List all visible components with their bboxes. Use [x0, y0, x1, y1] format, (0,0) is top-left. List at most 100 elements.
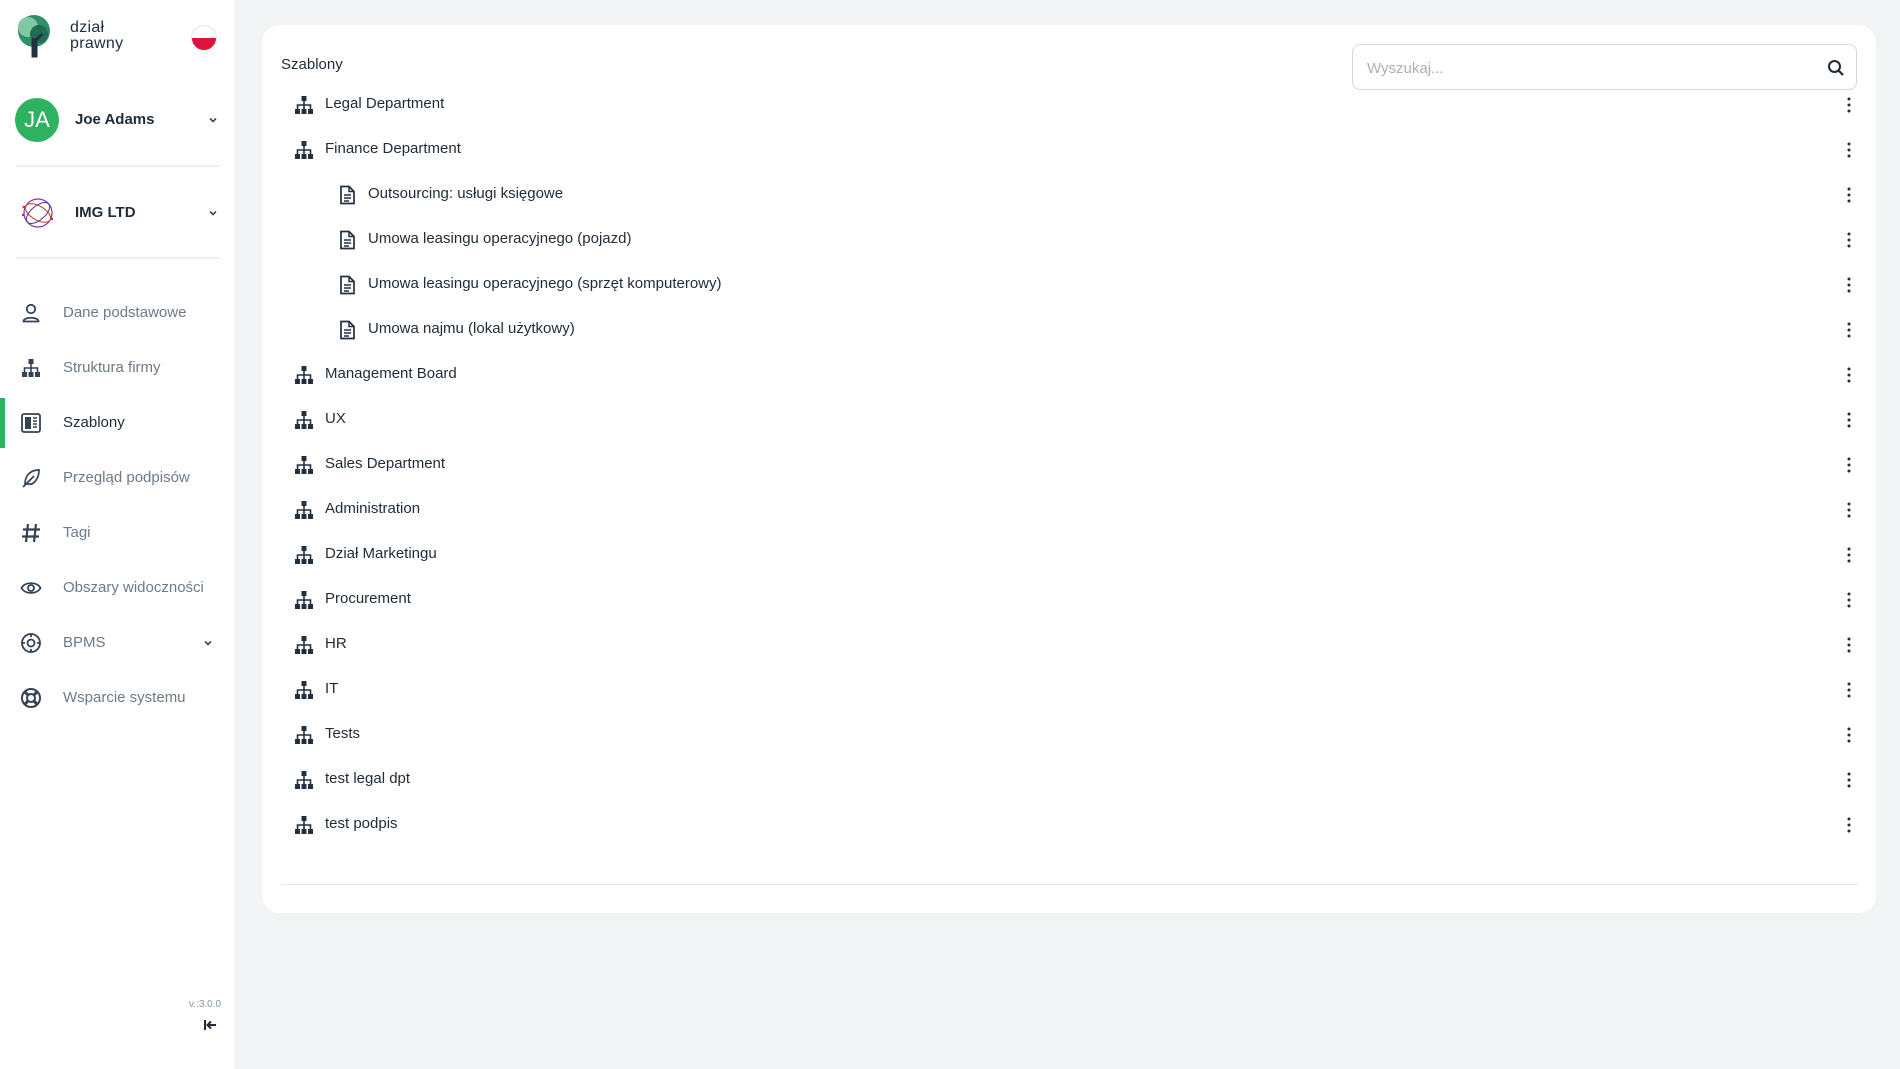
template-row[interactable]: Umowa leasingu operacyjnego (pojazd) — [281, 217, 1858, 262]
nav-label: Obszary widoczności — [63, 579, 204, 596]
department-name: Procurement — [325, 590, 411, 607]
nav-item-bpms[interactable]: BPMS — [0, 618, 236, 668]
template-name: Umowa leasingu operacyjnego (pojazd) — [368, 230, 632, 247]
department-row[interactable]: Tests — [281, 712, 1858, 757]
sidebar: dział prawny JA Joe Adams IMG LTD Dane p… — [0, 0, 236, 1069]
department-row[interactable]: test podpis — [281, 802, 1858, 847]
nav-label: Szablony — [63, 414, 125, 431]
search-icon[interactable] — [1827, 59, 1845, 77]
department-name: UX — [325, 410, 346, 427]
department-name: test legal dpt — [325, 770, 411, 787]
department-row[interactable]: Finance Department — [281, 127, 1858, 172]
department-name: IT — [325, 680, 339, 697]
department-name: Finance Department — [325, 140, 461, 157]
more-options-icon[interactable] — [1841, 365, 1857, 385]
logo-line-2: prawny — [70, 35, 124, 52]
department-row[interactable]: Sales Department — [281, 442, 1858, 487]
template-name: Outsourcing: usługi księgowe — [368, 185, 564, 202]
department-row[interactable]: UX — [281, 397, 1858, 442]
nav-label: Wsparcie systemu — [63, 689, 186, 706]
department-row[interactable]: Legal Department — [281, 82, 1858, 127]
org-structure-icon — [295, 816, 313, 834]
nav-item-dane-podstawowe[interactable]: Dane podstawowe — [0, 288, 236, 338]
feather-pen-icon — [22, 469, 40, 488]
nav-item-przeglad-podpisow[interactable]: Przegląd podpisów — [0, 453, 236, 503]
more-options-icon[interactable] — [1841, 320, 1857, 340]
chevron-down-icon — [209, 210, 217, 216]
nav-label: BPMS — [63, 634, 106, 651]
more-options-icon[interactable] — [1841, 545, 1857, 565]
more-options-icon[interactable] — [1841, 185, 1857, 205]
more-options-icon[interactable] — [1841, 140, 1857, 160]
org-structure-icon — [295, 591, 313, 609]
department-row[interactable]: test legal dpt — [281, 757, 1858, 802]
more-options-icon[interactable] — [1841, 275, 1857, 295]
department-name: HR — [325, 635, 347, 652]
logo-line-1: dział — [70, 19, 105, 36]
nav-item-wsparcie-systemu[interactable]: Wsparcie systemu — [0, 673, 236, 723]
template-row[interactable]: Umowa najmu (lokal użytkowy) — [281, 307, 1858, 352]
avatar: JA — [15, 98, 59, 142]
divider — [281, 884, 1858, 885]
company-switcher[interactable]: IMG LTD — [18, 193, 223, 233]
more-options-icon[interactable] — [1841, 455, 1857, 475]
more-options-icon[interactable] — [1841, 770, 1857, 790]
user-name: Joe Adams — [75, 111, 155, 128]
org-structure-icon — [295, 726, 313, 744]
department-row[interactable]: IT — [281, 667, 1858, 712]
department-name: Tests — [325, 725, 361, 742]
more-options-icon[interactable] — [1841, 500, 1857, 520]
org-structure-icon — [295, 456, 313, 474]
user-menu[interactable]: JA Joe Adams — [15, 98, 223, 142]
department-name: Sales Department — [325, 455, 446, 472]
department-name: Dział Marketingu — [325, 545, 437, 562]
process-icon — [21, 633, 41, 653]
department-row[interactable]: HR — [281, 622, 1858, 667]
logo-wordmark: dział prawny — [70, 20, 123, 52]
more-options-icon[interactable] — [1841, 680, 1857, 700]
nav-item-szablony[interactable]: Szablony — [0, 398, 236, 448]
nav-label: Dane podstawowe — [63, 304, 187, 321]
nav-label: Struktura firmy — [63, 359, 161, 376]
templates-card: Szablony Legal Department Finance Departm… — [262, 25, 1876, 913]
lifebuoy-icon — [21, 688, 41, 708]
more-options-icon[interactable] — [1841, 590, 1857, 610]
more-options-icon[interactable] — [1841, 95, 1857, 115]
org-structure-icon — [295, 681, 313, 699]
document-icon — [340, 230, 355, 250]
company-logo-icon — [21, 198, 54, 228]
document-icon — [340, 185, 355, 205]
nav-item-obszary-widocznosci[interactable]: Obszary widoczności — [0, 563, 236, 613]
template-row[interactable]: Outsourcing: usługi księgowe — [281, 172, 1858, 217]
app-version: v.:3.0.0 — [189, 999, 222, 1010]
template-name: Umowa najmu (lokal użytkowy) — [368, 320, 575, 337]
nav-item-struktura-firmy[interactable]: Struktura firmy — [0, 343, 236, 393]
language-flag-icon[interactable] — [191, 25, 217, 51]
divider — [16, 165, 220, 167]
company-name: IMG LTD — [75, 204, 136, 221]
nav-item-tagi[interactable]: Tagi — [0, 508, 236, 558]
department-row[interactable]: Procurement — [281, 577, 1858, 622]
org-structure-icon — [295, 411, 313, 429]
department-row[interactable]: Management Board — [281, 352, 1858, 397]
more-options-icon[interactable] — [1841, 230, 1857, 250]
collapse-sidebar-icon[interactable] — [203, 1018, 217, 1032]
more-options-icon[interactable] — [1841, 635, 1857, 655]
department-name: test podpis — [325, 815, 398, 832]
more-options-icon[interactable] — [1841, 410, 1857, 430]
department-row[interactable]: Dział Marketingu — [281, 532, 1858, 577]
template-row[interactable]: Umowa leasingu operacyjnego (sprzęt komp… — [281, 262, 1858, 307]
document-icon — [340, 275, 355, 295]
department-name: Legal Department — [325, 95, 445, 112]
more-options-icon[interactable] — [1841, 815, 1857, 835]
search-input[interactable] — [1367, 57, 1807, 79]
nav-label: Przegląd podpisów — [63, 469, 190, 486]
more-options-icon[interactable] — [1841, 725, 1857, 745]
org-structure-icon — [22, 359, 40, 377]
template-name: Umowa leasingu operacyjnego (sprzęt komp… — [368, 275, 722, 292]
hashtag-icon — [22, 523, 40, 543]
org-structure-icon — [295, 636, 313, 654]
department-row[interactable]: Administration — [281, 487, 1858, 532]
templates-icon — [21, 413, 41, 433]
chevron-down-icon — [209, 117, 217, 123]
